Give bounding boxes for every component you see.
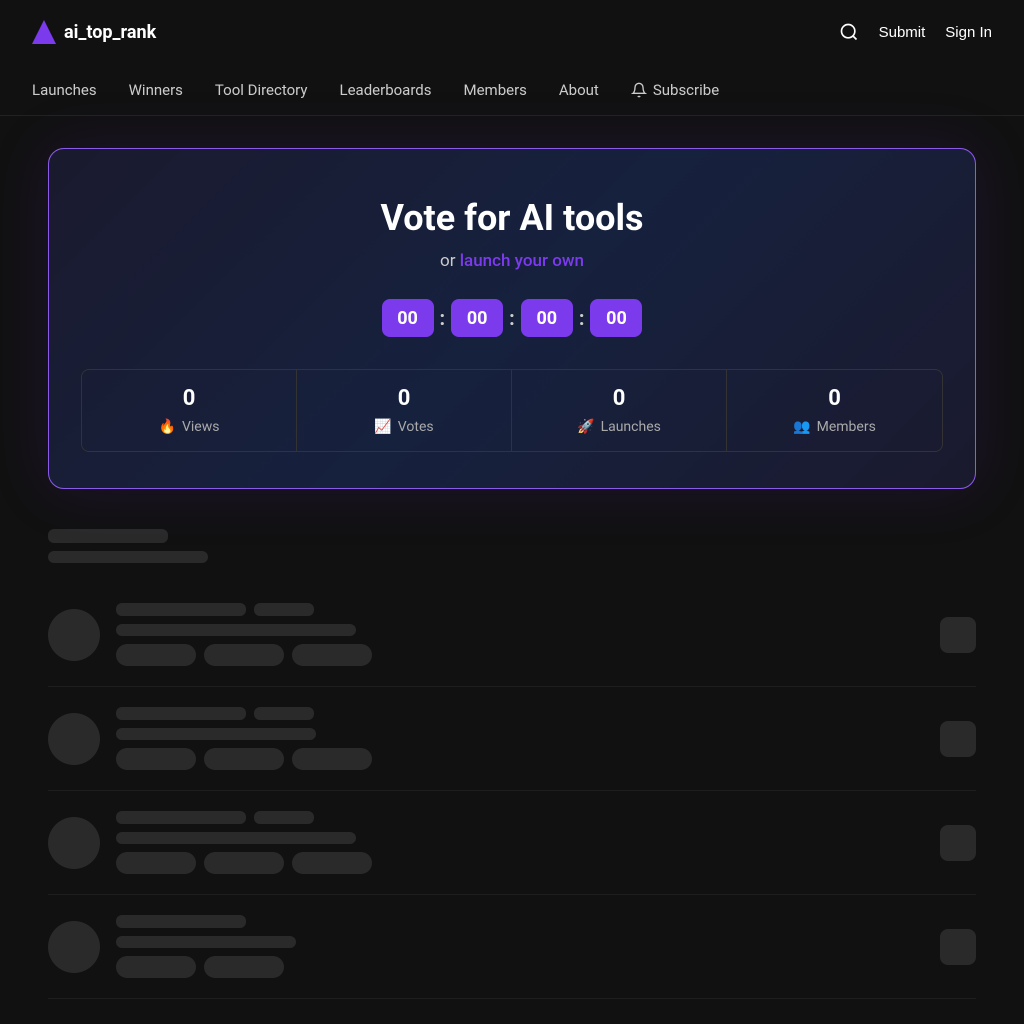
list-header [48, 529, 976, 563]
timer-minutes: 00 [451, 299, 503, 337]
stat-views: 0 🔥 Views [82, 370, 297, 451]
avatar [48, 921, 100, 973]
nav-item-leaderboards[interactable]: Leaderboards [340, 81, 432, 99]
logo-icon [32, 20, 56, 44]
logo-text: ai_top_rank [64, 22, 156, 43]
stat-members-label: Members [817, 419, 876, 435]
item-action[interactable] [940, 929, 976, 965]
list-item [48, 583, 976, 687]
timer-colon-2: : [507, 306, 517, 330]
submit-button[interactable]: Submit [879, 24, 926, 41]
nav-item-tool-directory[interactable]: Tool Directory [215, 81, 308, 99]
timer-row: 00 : 00 : 00 : 00 [81, 299, 943, 337]
nav-item-about[interactable]: About [559, 81, 599, 99]
item-action[interactable] [940, 721, 976, 757]
item-action[interactable] [940, 825, 976, 861]
fire-icon: 🔥 [159, 419, 176, 435]
topbar-right: Submit Sign In [839, 22, 992, 42]
avatar [48, 713, 100, 765]
avatar [48, 817, 100, 869]
stat-votes: 0 📈 Votes [297, 370, 512, 451]
skeleton-header-title [48, 529, 168, 543]
item-action[interactable] [940, 617, 976, 653]
subscribe-label: Subscribe [653, 81, 719, 99]
timer-hours: 00 [382, 299, 434, 337]
avatar [48, 609, 100, 661]
timer-colon-1: : [438, 306, 448, 330]
stat-members: 0 👥 Members [727, 370, 942, 451]
hero-title: Vote for AI tools [81, 197, 943, 239]
hero-subtitle-link[interactable]: launch your own [460, 251, 584, 271]
trend-icon: 📈 [374, 419, 391, 435]
item-content [116, 603, 924, 666]
stat-launches: 0 🚀 Launches [512, 370, 727, 451]
stat-views-label: Views [182, 419, 220, 435]
nav-item-subscribe[interactable]: Subscribe [631, 81, 719, 99]
stat-launches-label: Launches [601, 419, 661, 435]
nav-item-members[interactable]: Members [463, 81, 526, 99]
nav-item-winners[interactable]: Winners [129, 81, 183, 99]
members-icon: 👥 [793, 419, 810, 435]
hero-section: Vote for AI tools or launch your own 00 … [0, 116, 1024, 513]
hero-subtitle: or launch your own [81, 251, 943, 271]
stat-votes-value: 0 [398, 386, 411, 411]
timer-seconds: 00 [521, 299, 573, 337]
launch-icon: 🚀 [577, 419, 594, 435]
logo[interactable]: ai_top_rank [32, 20, 156, 44]
navbar: Launches Winners Tool Directory Leaderbo… [0, 64, 1024, 116]
content-section [0, 513, 1024, 1015]
timer-colon-3: : [577, 306, 587, 330]
hero-card: Vote for AI tools or launch your own 00 … [48, 148, 976, 489]
stat-launches-value: 0 [613, 386, 626, 411]
list-item [48, 895, 976, 999]
stat-members-value: 0 [828, 386, 841, 411]
stats-row: 0 🔥 Views 0 📈 Votes 0 🚀 Launches [81, 369, 943, 452]
list-item [48, 687, 976, 791]
nav-item-launches[interactable]: Launches [32, 81, 97, 99]
topbar: ai_top_rank Submit Sign In [0, 0, 1024, 64]
timer-ms: 00 [590, 299, 642, 337]
item-content [116, 811, 924, 874]
skeleton-header-subtitle [48, 551, 208, 563]
signin-button[interactable]: Sign In [945, 24, 992, 41]
item-content [116, 915, 924, 978]
list-item [48, 791, 976, 895]
search-button[interactable] [839, 22, 859, 42]
item-content [116, 707, 924, 770]
stat-views-value: 0 [183, 386, 196, 411]
stat-votes-label: Votes [398, 419, 434, 435]
hero-subtitle-prefix: or [440, 251, 455, 271]
